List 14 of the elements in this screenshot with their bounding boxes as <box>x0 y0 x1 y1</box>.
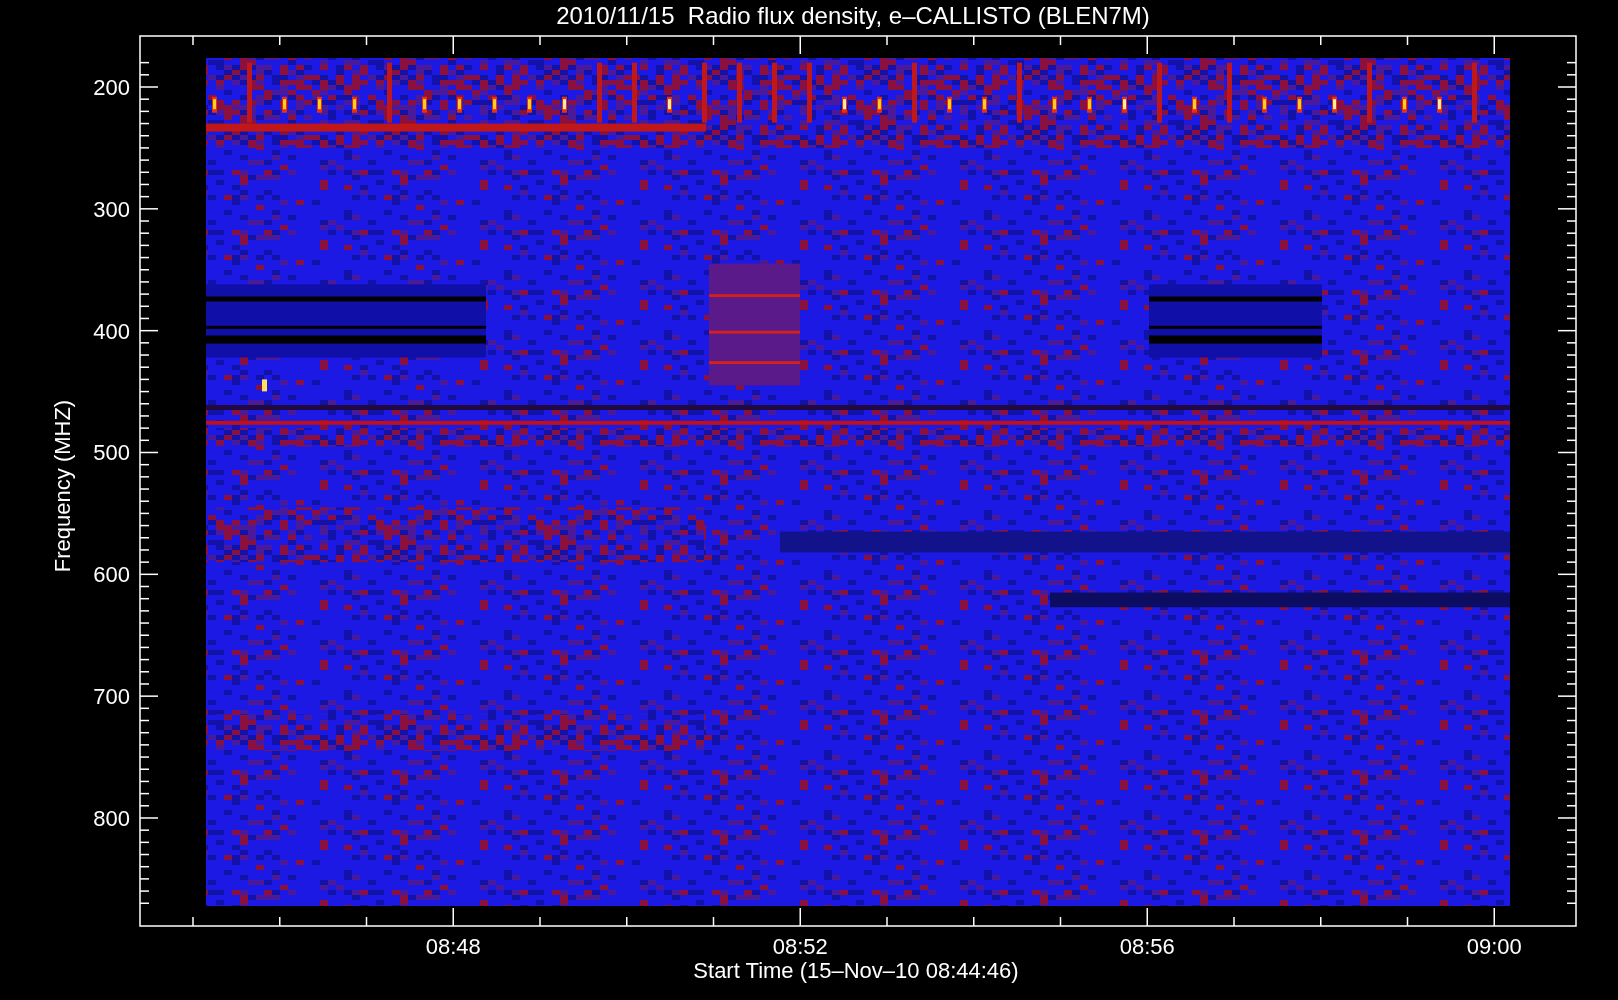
x-tick-label: 08:52 <box>772 934 828 959</box>
y-tick-label: 200 <box>93 75 130 100</box>
x-tick-label: 09:00 <box>1466 934 1522 959</box>
y-tick-label: 300 <box>93 196 130 222</box>
y-tick-label: 700 <box>93 684 130 710</box>
y-tick-label: 600 <box>93 562 130 588</box>
chart-title: 2010/11/15 Radio flux density, e–CALLISTO (BLEN7M) <box>556 2 1150 29</box>
y-tick-label: 400 <box>93 318 130 344</box>
y-axis-label: Frequency (MHZ) <box>50 399 75 573</box>
x-axis-label: Start Time (15–Nov–10 08:44:46) <box>693 958 1019 983</box>
x-tick-label: 08:48 <box>425 934 481 959</box>
y-tick-label: 800 <box>93 806 130 831</box>
x-tick-label: 08:56 <box>1119 934 1175 959</box>
y-tick-label: 500 <box>93 440 130 466</box>
